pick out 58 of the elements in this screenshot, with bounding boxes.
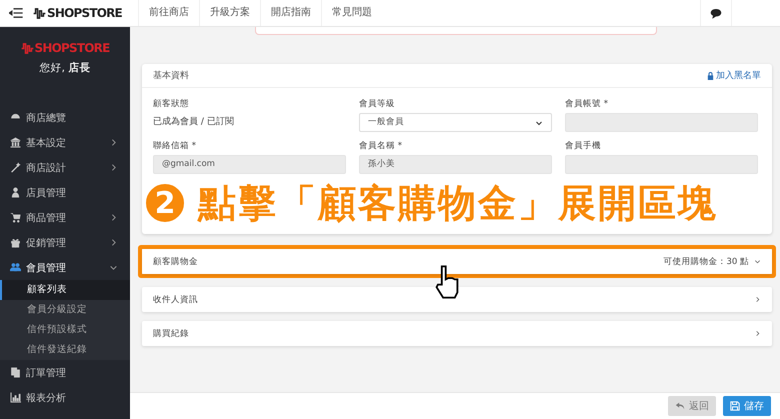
field-value: 已成為會員 / 已訂閱 — [153, 116, 235, 129]
card-title: 基本資料 — [153, 70, 189, 82]
annotation-text: 點擊「顧客購物金」展開區塊 — [198, 180, 718, 226]
submenu-item[interactable]: 顧客列表 — [0, 280, 130, 300]
sidebar-item[interactable]: 商品管理 — [0, 205, 130, 230]
section-row[interactable]: 收件人資訊 — [142, 287, 772, 312]
greeting: 您好, 店長 — [38, 61, 92, 75]
section-row[interactable]: 顧客購物金 可使用購物金：30 點 — [142, 249, 772, 274]
chevron-icon — [754, 296, 761, 303]
section-summary: 可使用購物金：30 點 — [663, 256, 749, 268]
logo-icon — [20, 42, 34, 54]
nav-link[interactable]: 開店指南 — [260, 0, 321, 26]
brand-name: SHOPSTORE — [34, 41, 110, 55]
sidebar-item[interactable]: 訂單管理 — [0, 360, 130, 385]
hand-cursor-icon — [434, 263, 460, 301]
chevron-icon — [754, 330, 761, 337]
sidebar-item[interactable]: 報表分析 — [0, 385, 130, 410]
submenu-item[interactable]: 信件預設樣式 — [0, 320, 130, 340]
field-label: 顧客狀態 — [153, 98, 190, 109]
nav-link[interactable]: 前往商店 — [138, 0, 199, 26]
submenu-item[interactable]: 信件發送紀錄 — [0, 340, 130, 360]
nav-link[interactable]: 常見問題 — [321, 0, 382, 26]
lock-icon — [707, 72, 714, 80]
sidebar-item[interactable]: 基本設定 — [0, 130, 130, 155]
sidebar-item[interactable]: 會員管理 — [0, 255, 130, 280]
field-label: 會員名稱 * — [359, 140, 403, 151]
submenu-item[interactable]: 會員分級設定 — [0, 300, 130, 320]
field-label: 會員等級 — [359, 98, 396, 109]
menu-icon[interactable] — [9, 8, 23, 18]
section-title: 顧客購物金 — [153, 256, 199, 268]
nav-link[interactable]: 升級方案 — [199, 0, 260, 26]
sidebar-item[interactable]: 商店設計 — [0, 155, 130, 180]
sidebar-item[interactable]: 店員管理 — [0, 180, 130, 205]
level-select[interactable]: 一般會員 — [359, 113, 552, 132]
step-number: 2 — [144, 182, 186, 224]
brand-name: SHOPSTORE — [47, 6, 122, 20]
section-title: 購買紀錄 — [153, 328, 190, 340]
return-arrow-icon — [675, 401, 685, 411]
sidebar-item[interactable]: 商店總覽 — [0, 105, 130, 130]
bar-chart-icon — [10, 392, 21, 403]
wand-icon — [10, 162, 21, 173]
cart-icon — [10, 212, 21, 223]
person-icon — [10, 187, 21, 198]
caret-icon — [535, 118, 543, 126]
field-label: 會員手機 — [565, 140, 602, 151]
field-label: 聯絡信箱 * — [153, 140, 197, 151]
bank-icon — [10, 137, 21, 148]
chat-icon[interactable] — [710, 8, 722, 18]
blacklist-link[interactable]: 加入黑名單 — [707, 69, 761, 82]
field-label: 會員帳號 * — [565, 98, 609, 109]
section-title: 收件人資訊 — [153, 294, 199, 306]
gift-icon — [10, 237, 21, 248]
chevron-icon — [754, 258, 761, 265]
section-row[interactable]: 購買紀錄 — [142, 321, 772, 346]
documents-icon — [10, 367, 21, 378]
sidebar-item[interactable]: 促銷管理 — [0, 230, 130, 255]
logo-icon — [33, 6, 46, 20]
users-icon — [10, 262, 21, 273]
